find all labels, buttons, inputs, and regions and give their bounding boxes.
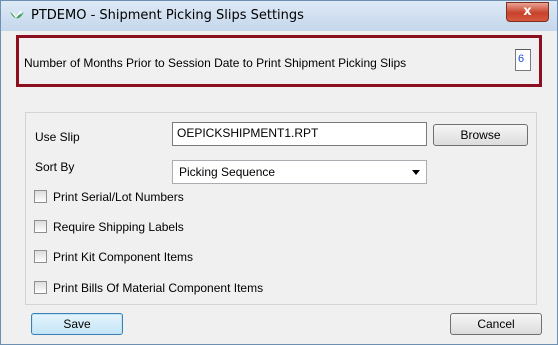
months-input[interactable]: 6 [515,49,531,71]
checkbox-label: Print Serial/Lot Numbers [53,190,184,204]
cancel-button[interactable]: Cancel [450,313,542,335]
checkbox-icon[interactable] [34,250,47,263]
save-button[interactable]: Save [31,313,123,335]
sort-by-label: Sort By [35,160,75,174]
close-button[interactable]: x [506,2,549,22]
app-check-icon [10,10,24,19]
checkbox-icon[interactable] [34,190,47,203]
use-slip-input[interactable]: OEPICKSHIPMENT1.RPT [172,122,427,146]
sort-by-select[interactable]: Picking Sequence [172,160,427,184]
checkbox-label: Require Shipping Labels [53,220,184,234]
dropdown-arrow-icon[interactable] [412,170,420,175]
browse-button[interactable]: Browse [433,124,528,146]
months-value: 6 [518,53,525,65]
months-label: Number of Months Prior to Session Date t… [24,56,407,70]
checkbox-label: Print Kit Component Items [53,250,194,264]
use-slip-label: Use Slip [35,130,80,144]
sort-by-value: Picking Sequence [179,165,276,179]
checkbox-label: Print Bills Of Material Component Items [53,281,264,295]
months-highlight-box: Number of Months Prior to Session Date t… [16,35,542,87]
checkbox-icon[interactable] [34,281,47,294]
window-title: PTDEMO - Shipment Picking Slips Settings [31,8,304,23]
title-bar[interactable]: PTDEMO - Shipment Picking Slips Settings… [1,1,557,31]
checkbox-icon[interactable] [34,220,47,233]
